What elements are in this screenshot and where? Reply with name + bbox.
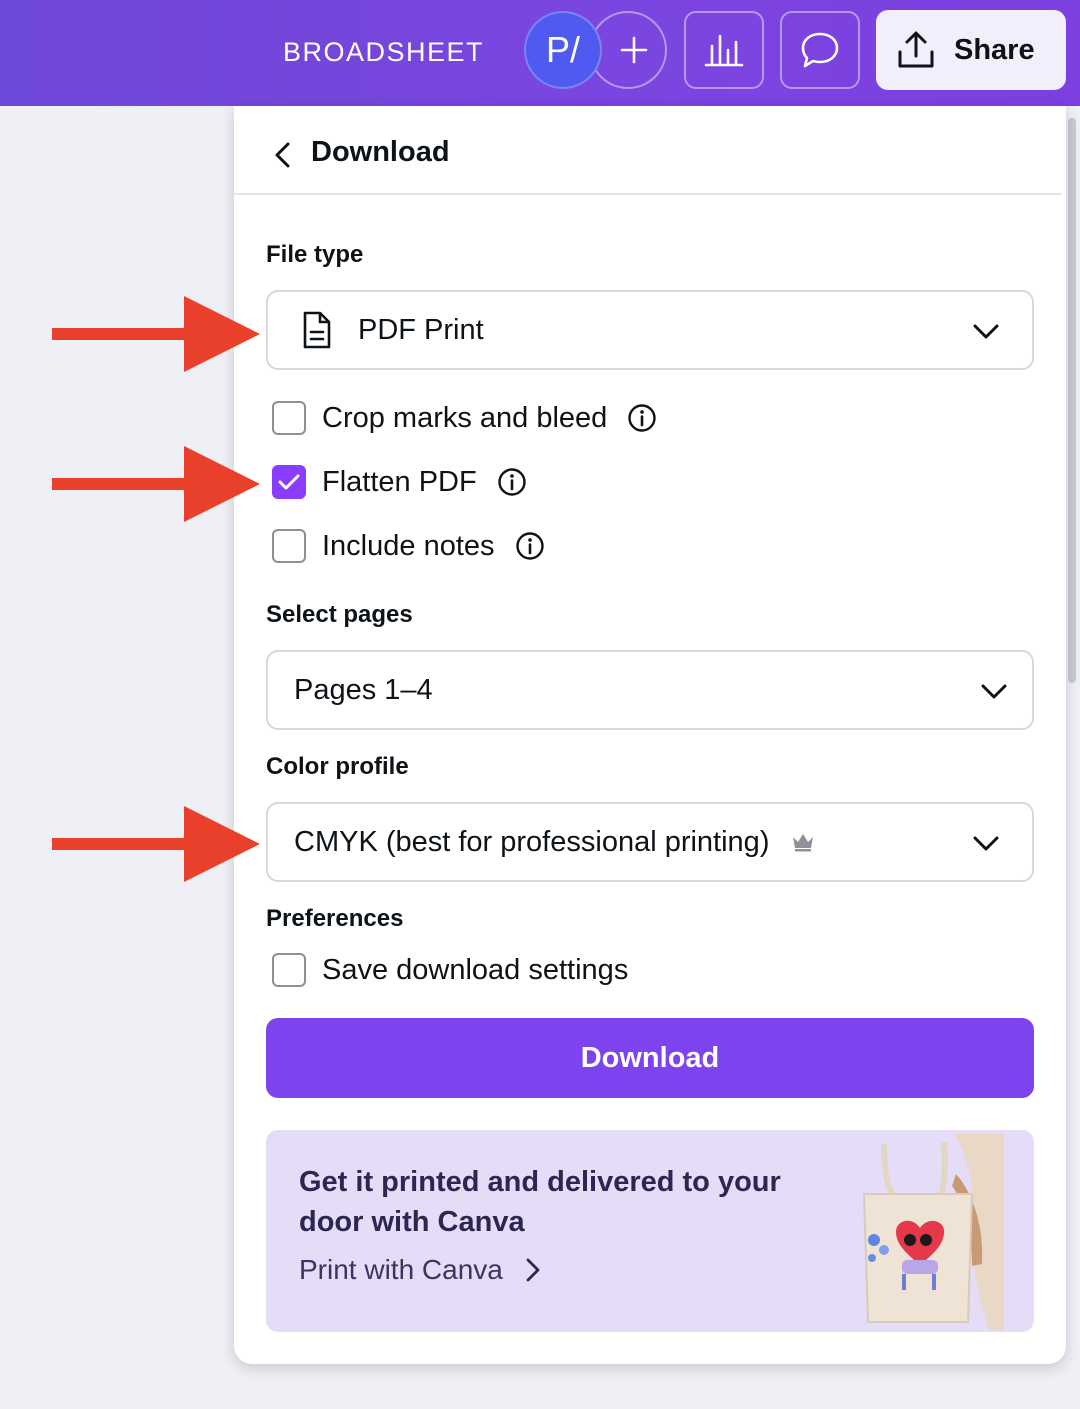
preferences-label: Preferences xyxy=(266,905,404,932)
file-type-label: File type xyxy=(266,241,364,268)
page-scrollbar[interactable] xyxy=(1068,118,1076,683)
crown-icon xyxy=(793,834,814,852)
info-icon[interactable] xyxy=(497,467,527,497)
flatten-pdf-checkbox[interactable] xyxy=(272,465,306,499)
chevron-right-icon xyxy=(526,1258,540,1282)
save-settings-option[interactable]: Save download settings xyxy=(272,950,628,990)
panel-title: Download xyxy=(311,136,450,168)
color-profile-dropdown[interactable]: CMYK (best for professional printing) xyxy=(266,802,1034,882)
color-profile-value: CMYK (best for professional printing) xyxy=(294,825,770,858)
share-label: Share xyxy=(954,33,1035,66)
insights-button[interactable] xyxy=(684,11,764,89)
download-button[interactable]: Download xyxy=(266,1018,1034,1098)
download-panel: Download File type PDF Print Crop marks … xyxy=(234,106,1066,1364)
document-title[interactable]: BROADSHEET xyxy=(283,34,484,70)
annotation-arrow xyxy=(52,806,260,882)
include-notes-label: Include notes xyxy=(322,529,495,562)
panel-header: Download xyxy=(234,106,1062,195)
annotation-arrow xyxy=(52,296,260,372)
checkmark-icon xyxy=(278,474,300,490)
bar-chart-icon xyxy=(704,34,744,67)
file-type-value: PDF Print xyxy=(358,313,484,346)
select-pages-label: Select pages xyxy=(266,601,413,628)
chevron-down-icon xyxy=(973,324,999,339)
back-chevron-icon[interactable] xyxy=(270,140,296,170)
save-settings-checkbox[interactable] xyxy=(272,953,306,987)
info-icon[interactable] xyxy=(627,403,657,433)
plus-icon xyxy=(620,36,648,64)
include-notes-checkbox[interactable] xyxy=(272,529,306,563)
info-icon[interactable] xyxy=(515,531,545,561)
share-button[interactable]: Share xyxy=(876,10,1066,90)
chevron-down-icon xyxy=(981,684,1007,699)
top-toolbar: BROADSHEET P/ Share xyxy=(0,0,1080,106)
upload-icon xyxy=(898,31,934,68)
include-notes-option[interactable]: Include notes xyxy=(272,526,545,566)
promo-link-label: Print with Canva xyxy=(299,1254,503,1285)
select-pages-dropdown[interactable]: Pages 1–4 xyxy=(266,650,1034,730)
flatten-pdf-option[interactable]: Flatten PDF xyxy=(272,462,527,502)
annotation-arrow xyxy=(52,446,260,522)
save-settings-label: Save download settings xyxy=(322,953,629,986)
comment-icon xyxy=(801,32,839,68)
promo-title: Get it printed and delivered to your doo… xyxy=(299,1166,781,1238)
select-pages-value: Pages 1–4 xyxy=(294,673,433,706)
tote-bag-illustration xyxy=(862,1134,1004,1330)
print-with-canva-link[interactable]: Print with Canva xyxy=(299,1254,541,1286)
comments-button[interactable] xyxy=(780,11,860,89)
crop-marks-checkbox[interactable] xyxy=(272,401,306,435)
print-promo-card: Get it printed and delivered to your doo… xyxy=(266,1130,1034,1332)
flatten-pdf-label: Flatten PDF xyxy=(322,465,477,498)
file-type-select[interactable]: PDF Print xyxy=(266,290,1034,370)
crop-marks-option[interactable]: Crop marks and bleed xyxy=(272,398,657,438)
document-icon xyxy=(303,311,331,349)
avatar[interactable]: P/ xyxy=(524,11,602,89)
crop-marks-label: Crop marks and bleed xyxy=(322,401,608,434)
chevron-down-icon xyxy=(973,836,999,851)
color-profile-label: Color profile xyxy=(266,753,409,780)
